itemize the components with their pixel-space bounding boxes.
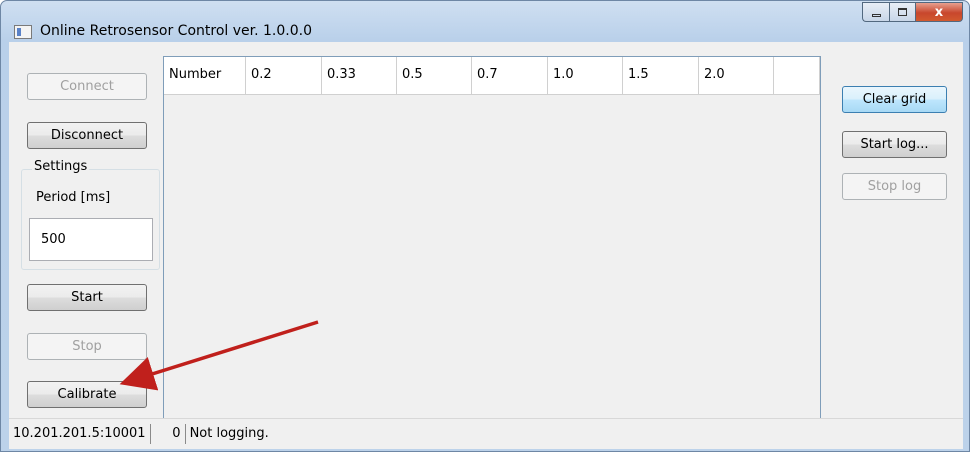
grid-header-2-0[interactable]: 2.0	[699, 57, 774, 95]
grid-header-number[interactable]: Number	[164, 57, 246, 95]
calibrate-button[interactable]: Calibrate	[27, 381, 147, 408]
window-title: Online Retrosensor Control ver. 1.0.0.0	[40, 23, 312, 39]
caption-buttons: x	[862, 2, 963, 22]
maximize-button[interactable]	[889, 2, 916, 22]
start-log-button[interactable]: Start log...	[842, 131, 947, 158]
connect-button[interactable]: Connect	[27, 73, 147, 100]
close-icon: x	[934, 4, 944, 20]
maximize-icon	[898, 8, 907, 16]
app-window: Online Retrosensor Control ver. 1.0.0.0 …	[0, 0, 970, 452]
grid-header-0-5[interactable]: 0.5	[397, 57, 472, 95]
grid-header-0-7[interactable]: 0.7	[472, 57, 548, 95]
period-input[interactable]: 500	[29, 218, 153, 261]
grid-header-filler	[774, 57, 820, 95]
minimize-icon	[871, 13, 881, 17]
grid-header-0-2[interactable]: 0.2	[246, 57, 322, 95]
minimize-button[interactable]	[862, 2, 889, 22]
disconnect-button[interactable]: Disconnect	[27, 122, 147, 149]
status-separator	[149, 424, 151, 444]
close-button[interactable]: x	[916, 2, 963, 22]
data-grid[interactable]: Number 0.2 0.33 0.5 0.7 1.0 1.5 2.0	[163, 56, 821, 420]
grid-header-1-0[interactable]: 1.0	[548, 57, 623, 95]
grid-header-1-5[interactable]: 1.5	[623, 57, 699, 95]
stop-button[interactable]: Stop	[27, 333, 147, 360]
status-log-state: Not logging.	[189, 426, 269, 441]
status-count: 0	[172, 426, 181, 441]
stop-log-button[interactable]: Stop log	[842, 173, 947, 200]
clear-grid-button[interactable]: Clear grid	[842, 86, 947, 113]
status-address: 10.201.201.5:10001	[13, 426, 146, 441]
period-label: Period [ms]	[36, 190, 111, 205]
app-icon	[14, 25, 32, 39]
grid-header-row: Number 0.2 0.33 0.5 0.7 1.0 1.5 2.0	[164, 57, 820, 95]
grid-header-0-33[interactable]: 0.33	[322, 57, 397, 95]
status-bar: 10.201.201.5:10001 0 Not logging.	[9, 418, 963, 449]
settings-group-title: Settings	[32, 159, 90, 174]
title-bar[interactable]: Online Retrosensor Control ver. 1.0.0.0 …	[1, 1, 969, 41]
start-button[interactable]: Start	[27, 284, 147, 311]
